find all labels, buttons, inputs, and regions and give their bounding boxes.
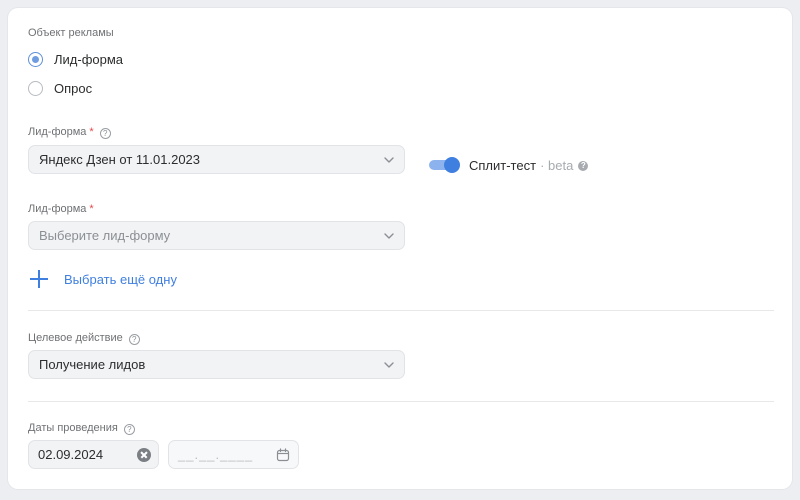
required-mark: * — [89, 203, 94, 215]
radio-button[interactable] — [28, 81, 43, 96]
target-action-select[interactable]: Получение лидов — [28, 350, 405, 379]
start-date-input[interactable]: 02.09.2024 — [28, 440, 159, 469]
plus-icon — [28, 268, 50, 290]
start-date-value: 02.09.2024 — [38, 447, 104, 462]
lead-form-1-select[interactable]: Яндекс Дзен от 11.01.2023 — [28, 145, 405, 174]
end-date-placeholder: __.__.____ — [178, 447, 254, 462]
split-test-label: Сплит-тест — [469, 158, 537, 173]
lead-form-1-label-row: Лид-форма *? — [28, 126, 111, 139]
add-another-label: Выбрать ещё одну — [64, 271, 177, 287]
question-circle-icon[interactable]: ? — [123, 424, 135, 435]
question-badge-icon[interactable]: ? — [578, 160, 589, 171]
lead-form-2-label: Лид-форма — [28, 203, 87, 215]
split-test-label-row: Сплит-тест · beta ? — [469, 158, 589, 173]
ad-object-label: Объект рекламы — [28, 27, 114, 39]
lead-form-2-label-row: Лид-форма * — [28, 203, 94, 215]
split-test-toggle[interactable] — [429, 157, 460, 173]
beta-label: · beta — [540, 158, 574, 173]
divider — [28, 401, 774, 402]
lead-form-2-select[interactable]: Выберите лид-форму — [28, 221, 405, 250]
radio-lead-form[interactable]: Лид-форма — [28, 52, 123, 67]
clear-circle-icon[interactable] — [137, 448, 151, 462]
calendar-icon[interactable] — [276, 448, 290, 462]
required-mark: * — [89, 126, 94, 138]
dates-label: Даты проведения — [28, 422, 118, 434]
lead-form-2-placeholder: Выберите лид-форму — [39, 228, 171, 243]
lead-form-1-label: Лид-форма — [28, 126, 87, 138]
target-action-value: Получение лидов — [39, 357, 146, 372]
radio-survey-label: Опрос — [54, 81, 93, 96]
radio-lead-form-label: Лид-форма — [54, 52, 124, 67]
chevron-down-icon — [384, 362, 394, 368]
lead-form-1-value: Яндекс Дзен от 11.01.2023 — [39, 152, 201, 167]
target-action-label-row: Целевое действие? — [28, 332, 140, 345]
add-another-button[interactable]: Выбрать ещё одну — [28, 268, 177, 290]
chevron-down-icon — [384, 157, 394, 163]
question-circle-icon[interactable]: ? — [128, 334, 140, 345]
question-circle-icon[interactable]: ? — [99, 128, 111, 139]
chevron-down-icon — [384, 233, 394, 239]
divider — [28, 310, 774, 311]
dates-label-row: Даты проведения? — [28, 422, 135, 435]
toggle-knob — [444, 157, 460, 173]
target-action-label: Целевое действие — [28, 332, 123, 344]
end-date-input[interactable]: __.__.____ — [168, 440, 299, 469]
radio-button-selected[interactable] — [28, 52, 43, 67]
radio-survey[interactable]: Опрос — [28, 81, 92, 96]
